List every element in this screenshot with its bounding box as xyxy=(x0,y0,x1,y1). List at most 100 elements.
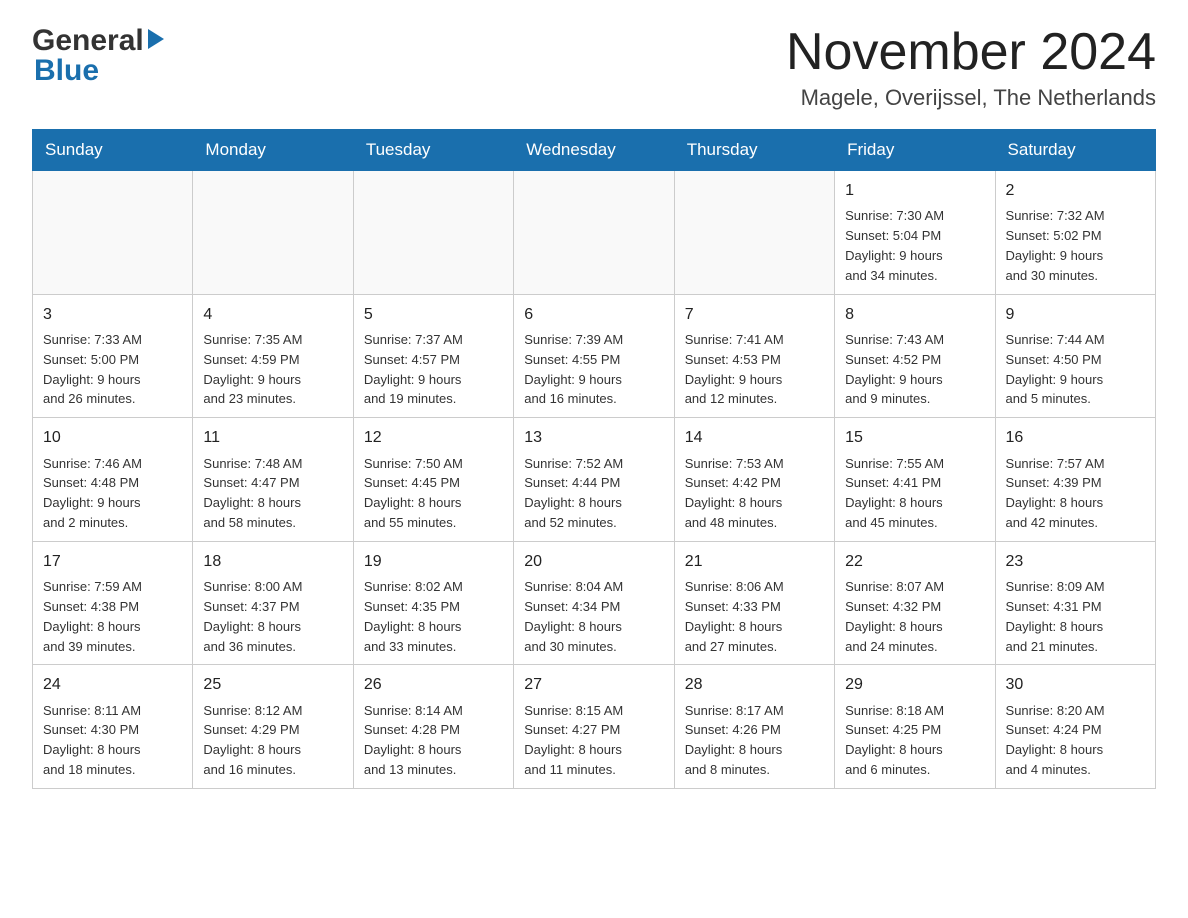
col-header-thursday: Thursday xyxy=(674,130,834,171)
day-number: 22 xyxy=(845,550,984,573)
day-number: 25 xyxy=(203,673,342,696)
calendar-cell: 5Sunrise: 7:37 AMSunset: 4:57 PMDaylight… xyxy=(353,294,513,418)
day-info: Sunrise: 7:43 AMSunset: 4:52 PMDaylight:… xyxy=(845,332,944,407)
calendar-cell: 14 Sunrise: 7:53 AMSunset: 4:42 PMDayligh… xyxy=(674,418,834,542)
day-number: 12 xyxy=(364,426,503,449)
col-header-tuesday: Tuesday xyxy=(353,130,513,171)
days-of-week-row: SundayMondayTuesdayWednesdayThursdayFrid… xyxy=(33,130,1156,171)
calendar-cell: 24Sunrise: 8:11 AMSunset: 4:30 PMDayligh… xyxy=(33,665,193,789)
calendar-cell xyxy=(674,171,834,295)
day-info: Sunrise: 7:30 AMSunset: 5:04 PMDaylight:… xyxy=(845,208,944,283)
month-title: November 2024 xyxy=(786,24,1156,81)
col-header-sunday: Sunday xyxy=(33,130,193,171)
day-number: 18 xyxy=(203,550,342,573)
day-number: 5 xyxy=(364,303,503,326)
day-info: Sunrise: 8:09 AMSunset: 4:31 PMDaylight:… xyxy=(1006,579,1105,654)
day-number: 28 xyxy=(685,673,824,696)
calendar-cell: 3 Sunrise: 7:33 AMSunset: 5:00 PMDaylight… xyxy=(33,294,193,418)
day-info: Sunrise: 7:57 AMSunset: 4:39 PMDaylight:… xyxy=(1006,456,1105,531)
day-info: Sunrise: 7:52 AMSunset: 4:44 PMDaylight:… xyxy=(524,456,623,531)
day-number: 29 xyxy=(845,673,984,696)
day-number: 19 xyxy=(364,550,503,573)
calendar-cell: 16 Sunrise: 7:57 AMSunset: 4:39 PMDayligh… xyxy=(995,418,1155,542)
calendar-cell: 25 Sunrise: 8:12 AMSunset: 4:29 PMDayligh… xyxy=(193,665,353,789)
calendar-cell: 6Sunrise: 7:39 AMSunset: 4:55 PMDaylight… xyxy=(514,294,674,418)
calendar-cell: 4Sunrise: 7:35 AMSunset: 4:59 PMDaylight… xyxy=(193,294,353,418)
logo-blue-text: Blue xyxy=(32,54,164,88)
calendar-cell: 11 Sunrise: 7:48 AMSunset: 4:47 PMDayligh… xyxy=(193,418,353,542)
day-info: Sunrise: 7:32 AMSunset: 5:02 PMDaylight:… xyxy=(1006,208,1105,283)
day-info: Sunrise: 7:39 AMSunset: 4:55 PMDaylight:… xyxy=(524,332,623,407)
col-header-saturday: Saturday xyxy=(995,130,1155,171)
calendar-cell: 2 Sunrise: 7:32 AMSunset: 5:02 PMDaylight… xyxy=(995,171,1155,295)
calendar-body: 1Sunrise: 7:30 AMSunset: 5:04 PMDaylight… xyxy=(33,171,1156,789)
day-number: 27 xyxy=(524,673,663,696)
page-header: General Blue November 2024 Magele, Overi… xyxy=(32,24,1156,111)
logo: General Blue xyxy=(32,24,164,88)
calendar-cell xyxy=(514,171,674,295)
calendar-cell: 26Sunrise: 8:14 AMSunset: 4:28 PMDayligh… xyxy=(353,665,513,789)
day-number: 10 xyxy=(43,426,182,449)
day-number: 11 xyxy=(203,426,342,449)
day-info: Sunrise: 8:20 AMSunset: 4:24 PMDaylight:… xyxy=(1006,703,1105,778)
day-number: 15 xyxy=(845,426,984,449)
calendar-cell: 23 Sunrise: 8:09 AMSunset: 4:31 PMDayligh… xyxy=(995,541,1155,665)
day-info: Sunrise: 8:17 AMSunset: 4:26 PMDaylight:… xyxy=(685,703,784,778)
col-header-wednesday: Wednesday xyxy=(514,130,674,171)
day-number: 7 xyxy=(685,303,824,326)
week-row-2: 3 Sunrise: 7:33 AMSunset: 5:00 PMDaylight… xyxy=(33,294,1156,418)
calendar-cell: 13Sunrise: 7:52 AMSunset: 4:44 PMDayligh… xyxy=(514,418,674,542)
day-number: 24 xyxy=(43,673,182,696)
location-subtitle: Magele, Overijssel, The Netherlands xyxy=(786,85,1156,111)
day-number: 14 xyxy=(685,426,824,449)
calendar-cell: 10 Sunrise: 7:46 AMSunset: 4:48 PMDayligh… xyxy=(33,418,193,542)
day-info: Sunrise: 8:06 AMSunset: 4:33 PMDaylight:… xyxy=(685,579,784,654)
calendar-cell: 21 Sunrise: 8:06 AMSunset: 4:33 PMDayligh… xyxy=(674,541,834,665)
calendar-cell xyxy=(33,171,193,295)
day-info: Sunrise: 8:04 AMSunset: 4:34 PMDaylight:… xyxy=(524,579,623,654)
week-row-5: 24Sunrise: 8:11 AMSunset: 4:30 PMDayligh… xyxy=(33,665,1156,789)
day-info: Sunrise: 8:15 AMSunset: 4:27 PMDaylight:… xyxy=(524,703,623,778)
calendar-cell: 7 Sunrise: 7:41 AMSunset: 4:53 PMDaylight… xyxy=(674,294,834,418)
day-number: 20 xyxy=(524,550,663,573)
day-info: Sunrise: 7:53 AMSunset: 4:42 PMDaylight:… xyxy=(685,456,784,531)
day-number: 4 xyxy=(203,303,342,326)
day-number: 26 xyxy=(364,673,503,696)
col-header-friday: Friday xyxy=(835,130,995,171)
day-number: 21 xyxy=(685,550,824,573)
day-info: Sunrise: 7:46 AMSunset: 4:48 PMDaylight:… xyxy=(43,456,142,531)
calendar-cell: 15 Sunrise: 7:55 AMSunset: 4:41 PMDayligh… xyxy=(835,418,995,542)
calendar-cell: 29Sunrise: 8:18 AMSunset: 4:25 PMDayligh… xyxy=(835,665,995,789)
day-number: 8 xyxy=(845,303,984,326)
calendar-cell xyxy=(353,171,513,295)
day-info: Sunrise: 7:33 AMSunset: 5:00 PMDaylight:… xyxy=(43,332,142,407)
logo-triangle-icon xyxy=(148,29,164,49)
calendar-cell: 8 Sunrise: 7:43 AMSunset: 4:52 PMDaylight… xyxy=(835,294,995,418)
day-info: Sunrise: 8:12 AMSunset: 4:29 PMDaylight:… xyxy=(203,703,302,778)
logo-general-text: General xyxy=(32,24,144,58)
calendar-cell: 1Sunrise: 7:30 AMSunset: 5:04 PMDaylight… xyxy=(835,171,995,295)
day-info: Sunrise: 8:07 AMSunset: 4:32 PMDaylight:… xyxy=(845,579,944,654)
calendar-cell xyxy=(193,171,353,295)
day-info: Sunrise: 8:00 AMSunset: 4:37 PMDaylight:… xyxy=(203,579,302,654)
calendar-table: SundayMondayTuesdayWednesdayThursdayFrid… xyxy=(32,129,1156,789)
day-number: 3 xyxy=(43,303,182,326)
calendar-cell: 9 Sunrise: 7:44 AMSunset: 4:50 PMDaylight… xyxy=(995,294,1155,418)
calendar-cell: 22 Sunrise: 8:07 AMSunset: 4:32 PMDayligh… xyxy=(835,541,995,665)
calendar-cell: 30Sunrise: 8:20 AMSunset: 4:24 PMDayligh… xyxy=(995,665,1155,789)
day-info: Sunrise: 7:55 AMSunset: 4:41 PMDaylight:… xyxy=(845,456,944,531)
day-number: 9 xyxy=(1006,303,1145,326)
calendar-cell: 20 Sunrise: 8:04 AMSunset: 4:34 PMDayligh… xyxy=(514,541,674,665)
day-info: Sunrise: 7:41 AMSunset: 4:53 PMDaylight:… xyxy=(685,332,784,407)
day-number: 16 xyxy=(1006,426,1145,449)
day-info: Sunrise: 7:59 AMSunset: 4:38 PMDaylight:… xyxy=(43,579,142,654)
day-number: 23 xyxy=(1006,550,1145,573)
title-area: November 2024 Magele, Overijssel, The Ne… xyxy=(786,24,1156,111)
week-row-1: 1Sunrise: 7:30 AMSunset: 5:04 PMDaylight… xyxy=(33,171,1156,295)
day-info: Sunrise: 8:02 AMSunset: 4:35 PMDaylight:… xyxy=(364,579,463,654)
day-info: Sunrise: 7:48 AMSunset: 4:47 PMDaylight:… xyxy=(203,456,302,531)
day-number: 2 xyxy=(1006,179,1145,202)
day-info: Sunrise: 7:44 AMSunset: 4:50 PMDaylight:… xyxy=(1006,332,1105,407)
calendar-header: SundayMondayTuesdayWednesdayThursdayFrid… xyxy=(33,130,1156,171)
calendar-cell: 28 Sunrise: 8:17 AMSunset: 4:26 PMDayligh… xyxy=(674,665,834,789)
